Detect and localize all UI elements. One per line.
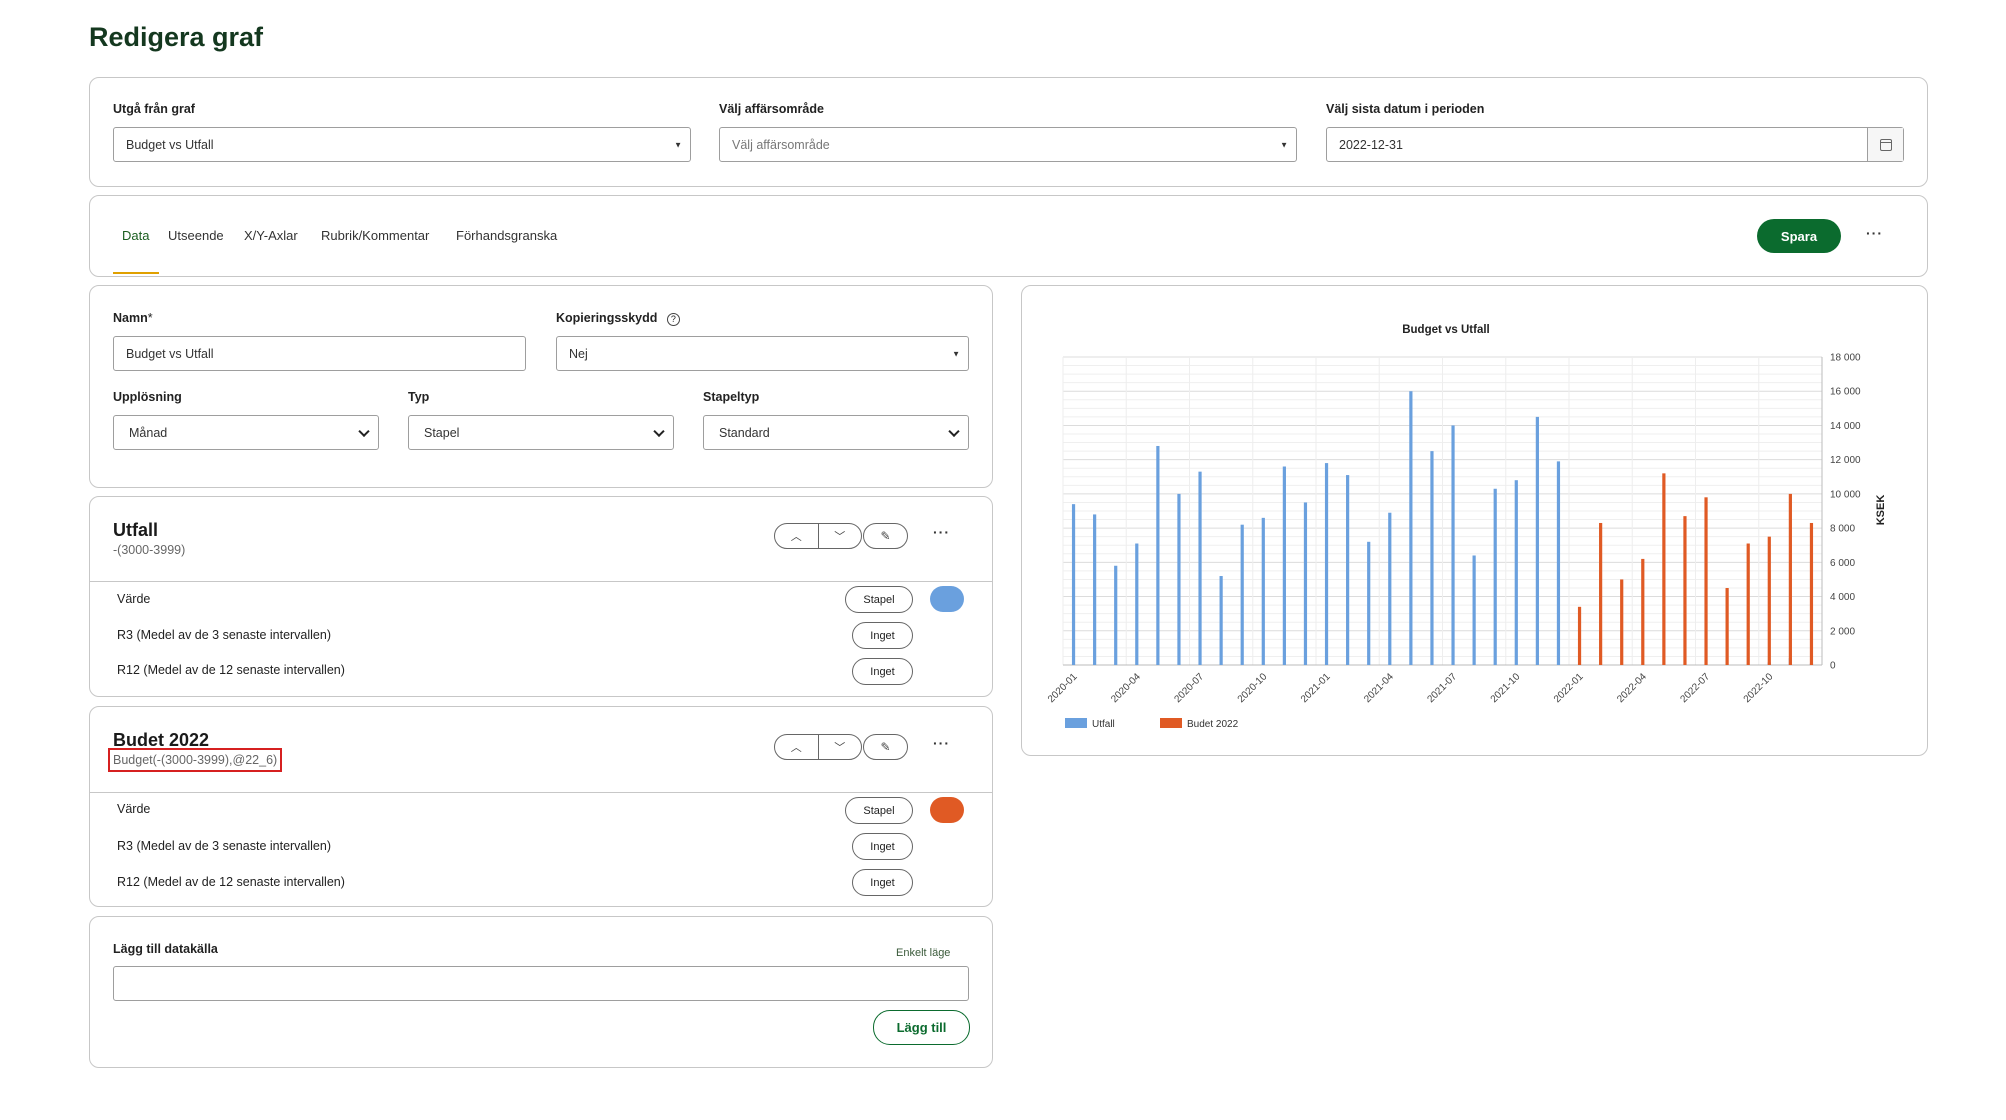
series-row-label: R3 (Medel av de 3 senaste intervallen): [117, 839, 332, 853]
graph-select[interactable]: Budget vs Utfall ▼: [113, 127, 691, 162]
settings-card: [89, 285, 993, 488]
series-row-label: R12 (Medel av de 12 senaste intervallen): [117, 875, 345, 889]
chevron-down-icon[interactable]: ﹀: [817, 735, 862, 759]
chart-card: [1021, 285, 1928, 756]
series-row-label: R3 (Medel av de 3 senaste intervallen): [117, 628, 332, 642]
reorder-buttons: ︿ ﹀: [774, 734, 862, 760]
edit-series-button[interactable]: ✎: [863, 734, 908, 760]
chevron-down-icon: [358, 425, 370, 437]
type-value: Stapel: [424, 425, 460, 440]
series-formula: -(3000-3999): [113, 543, 186, 557]
tab-data[interactable]: Data: [122, 228, 149, 243]
area-select-placeholder: Välj affärsområde: [732, 137, 830, 152]
series-formula: Budget(-(3000-3999),@22_6): [107, 748, 283, 772]
display-mode-button[interactable]: Stapel: [845, 797, 913, 824]
series-title: Budet 2022: [113, 730, 210, 750]
series-row-label: Värde: [117, 802, 151, 816]
copy-protection-value: Nej: [569, 346, 588, 361]
display-mode-button[interactable]: Inget: [852, 869, 913, 896]
series-row-label: Värde: [117, 592, 151, 606]
resolution-select[interactable]: Månad: [113, 415, 379, 450]
more-options-icon[interactable]: ···: [1866, 225, 1883, 241]
type-label: Typ: [408, 390, 430, 404]
display-mode-button[interactable]: Inget: [852, 622, 913, 649]
bar-type-label: Stapeltyp: [703, 390, 760, 404]
page-title: Redigera graf: [89, 22, 264, 52]
add-source-button[interactable]: Lägg till: [873, 1010, 970, 1045]
divider: [90, 581, 992, 582]
caret-down-icon: ▼: [1280, 140, 1288, 149]
series-color-swatch[interactable]: [930, 797, 964, 823]
graph-select-label: Utgå från graf: [113, 102, 195, 116]
add-source-label: Lägg till datakälla: [113, 942, 218, 956]
copy-protection-label: Kopieringsskydd ?: [556, 311, 680, 326]
bar-type-select[interactable]: Standard: [703, 415, 969, 450]
active-tab-indicator: [113, 272, 159, 274]
pencil-icon: ✎: [880, 529, 891, 543]
display-mode-button[interactable]: Inget: [852, 833, 913, 860]
help-icon[interactable]: ?: [666, 313, 680, 326]
name-label: Namn*: [113, 311, 153, 325]
edit-series-button[interactable]: ✎: [863, 523, 908, 549]
tab-utseende[interactable]: Utseende: [168, 228, 224, 243]
area-select[interactable]: Välj affärsområde ▼: [719, 127, 1297, 162]
series-color-swatch[interactable]: [930, 586, 964, 612]
calendar-button[interactable]: [1867, 128, 1903, 161]
chevron-up-icon[interactable]: ︿: [775, 735, 818, 759]
caret-down-icon: ▼: [952, 349, 960, 358]
display-mode-button[interactable]: Stapel: [845, 586, 913, 613]
calendar-icon: [1879, 138, 1892, 151]
add-source-input[interactable]: [113, 966, 969, 1001]
chevron-down-icon: [948, 425, 960, 437]
simple-mode-link[interactable]: Enkelt läge: [896, 947, 950, 959]
pencil-icon: ✎: [880, 740, 891, 754]
tab-forhandsgranska[interactable]: Förhandsgranska: [456, 228, 557, 243]
chevron-down-icon[interactable]: ﹀: [817, 524, 862, 548]
caret-down-icon: ▼: [674, 140, 682, 149]
more-options-icon[interactable]: ···: [933, 524, 950, 540]
display-mode-button[interactable]: Inget: [852, 658, 913, 685]
chevron-down-icon: [653, 425, 665, 437]
name-input[interactable]: Budget vs Utfall: [113, 336, 526, 371]
area-select-label: Välj affärsområde: [719, 102, 824, 116]
tab-xy-axlar[interactable]: X/Y-Axlar: [244, 228, 298, 243]
more-options-icon[interactable]: ···: [933, 735, 950, 751]
resolution-value: Månad: [129, 425, 168, 440]
save-button[interactable]: Spara: [1757, 219, 1841, 253]
date-input-value: 2022-12-31: [1339, 137, 1403, 152]
type-select[interactable]: Stapel: [408, 415, 674, 450]
copy-protection-select[interactable]: Nej ▼: [556, 336, 969, 371]
series-row-label: R12 (Medel av de 12 senaste intervallen): [117, 663, 345, 677]
date-input-label: Välj sista datum i perioden: [1326, 102, 1485, 116]
bar-type-value: Standard: [719, 425, 770, 440]
reorder-buttons: ︿ ﹀: [774, 523, 862, 549]
resolution-label: Upplösning: [113, 390, 182, 404]
date-input[interactable]: 2022-12-31: [1326, 127, 1904, 162]
series-title: Utfall: [113, 520, 158, 540]
chevron-up-icon[interactable]: ︿: [775, 524, 818, 548]
graph-select-value: Budget vs Utfall: [126, 137, 214, 152]
tab-rubrik-kommentar[interactable]: Rubrik/Kommentar: [321, 228, 429, 243]
divider: [90, 792, 992, 793]
